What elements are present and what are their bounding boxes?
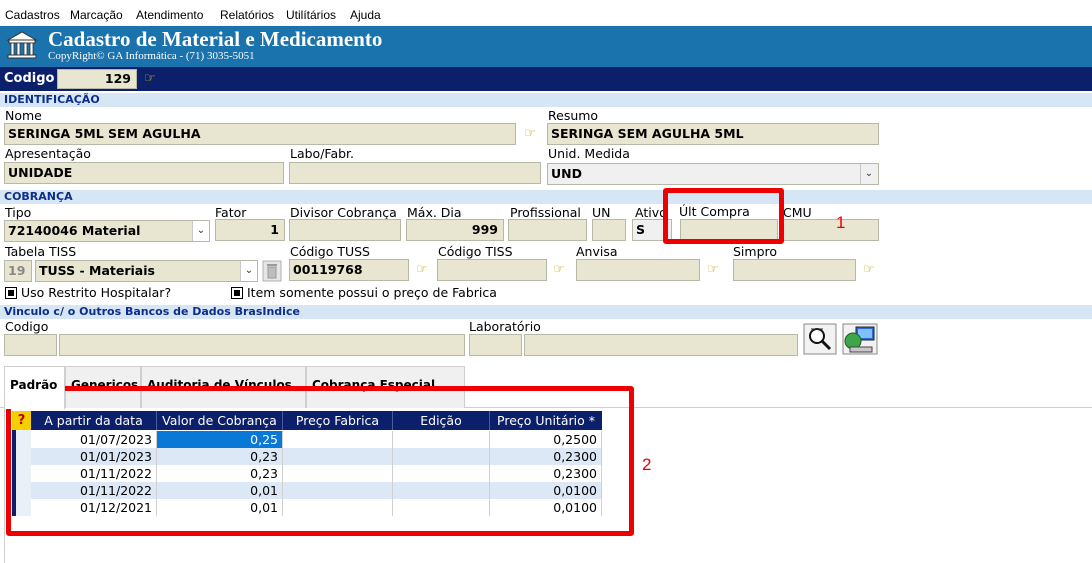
section-vinculo: Vinculo c/ o Outros Bancos de Dados Bras… — [0, 305, 1092, 319]
anvisa-label: Anvisa — [576, 244, 618, 259]
pointing-hand-icon[interactable]: ☞ — [520, 126, 540, 142]
divisor-label: Divisor Cobrança — [290, 205, 397, 220]
annotation-number-2: 2 — [642, 455, 652, 474]
maxdia-label: Máx. Dia — [407, 205, 462, 220]
building-columns-icon — [6, 31, 38, 59]
item-fabrica-checkbox[interactable] — [231, 287, 243, 299]
section-identificacao: IDENTIFICAÇÃO — [0, 93, 1092, 107]
uso-restrito-label: Uso Restrito Hospitalar? — [21, 285, 172, 300]
fator-field[interactable]: 1 — [215, 219, 285, 241]
fator-label: Fator — [215, 205, 247, 220]
anvisa-field[interactable] — [576, 259, 700, 281]
codigo-field[interactable]: 129 — [57, 69, 137, 89]
highlight-box-2 — [6, 386, 634, 536]
un-label: UN — [592, 205, 611, 220]
pointing-hand-icon[interactable]: ☞ — [859, 262, 879, 278]
labo-field[interactable] — [289, 162, 541, 184]
profissional-field[interactable] — [508, 219, 587, 241]
maxdia-field[interactable]: 999 — [406, 219, 504, 241]
vinculo-codigo-field[interactable] — [4, 334, 57, 356]
tipo-select[interactable]: 72140046 Material — [4, 220, 210, 242]
laboratorio-label: Laboratório — [469, 319, 541, 334]
menu-bar: Cadastros Marcação Atendimento Relatório… — [0, 0, 1092, 26]
menu-utilitarios[interactable]: Utilítários — [286, 8, 336, 22]
title-bar: Cadastro de Material e Medicamento CopyR… — [0, 26, 1092, 67]
pointing-hand-icon[interactable]: ☞ — [140, 71, 160, 87]
trash-icon[interactable] — [262, 260, 282, 282]
pointing-hand-icon[interactable]: ☞ — [412, 262, 432, 278]
nome-label: Nome — [5, 108, 42, 123]
codigo-tuss-label: Código TUSS — [290, 244, 370, 259]
section-cobranca: COBRANÇA — [0, 190, 1092, 204]
ativo-label: Ativo — [635, 205, 667, 220]
cmu-label: CMU — [783, 205, 812, 220]
tab-panel-border — [4, 408, 5, 563]
labo-label: Labo/Fabr. — [290, 146, 355, 161]
resumo-field[interactable]: SERINGA SEM AGULHA 5ML — [547, 123, 879, 145]
codigo-tiss-field[interactable] — [437, 259, 547, 281]
network-computer-icon[interactable] — [842, 323, 878, 355]
chevron-down-icon[interactable]: ⌄ — [192, 221, 209, 241]
un-field[interactable] — [592, 219, 626, 241]
chevron-down-icon[interactable]: ⌄ — [240, 261, 257, 281]
divisor-field[interactable] — [289, 219, 401, 241]
tabela-tiss-code: 19 — [4, 260, 32, 282]
vinculo-codigo-label: Codigo — [5, 319, 49, 334]
tipo-label: Tipo — [5, 205, 32, 220]
vinculo-descricao-field[interactable] — [59, 334, 465, 356]
codigo-tiss-label: Código TISS — [438, 244, 513, 259]
profissional-label: Profissional — [510, 205, 581, 220]
tab-padrao[interactable]: Padrão — [4, 366, 65, 409]
nome-field[interactable]: SERINGA 5ML SEM AGULHA — [4, 123, 516, 145]
menu-atendimento[interactable]: Atendimento — [136, 8, 203, 22]
menu-relatorios[interactable]: Relatórios — [220, 8, 274, 22]
apresentacao-label: Apresentação — [5, 146, 91, 161]
item-fabrica-label: Item somente possui o preço de Fabrica — [247, 285, 497, 300]
unid-select[interactable]: UND — [547, 163, 879, 185]
menu-marcacao[interactable]: Marcação — [70, 8, 123, 22]
highlight-box-1 — [663, 188, 784, 244]
simpro-label: Simpro — [733, 244, 778, 259]
uso-restrito-checkbox[interactable] — [5, 287, 17, 299]
annotation-number-1: 1 — [836, 213, 846, 232]
pointing-hand-icon[interactable]: ☞ — [703, 262, 723, 278]
codigo-tuss-field[interactable]: 00119768 — [289, 259, 409, 281]
simpro-field[interactable] — [733, 259, 856, 281]
codigo-bar: Codigo 129 ☞ — [0, 67, 1092, 91]
chevron-down-icon[interactable]: ⌄ — [860, 164, 877, 184]
tabela-tiss-label: Tabela TISS — [5, 244, 77, 259]
codigo-label: Codigo — [4, 71, 55, 86]
menu-ajuda[interactable]: Ajuda — [350, 8, 381, 22]
apresentacao-field[interactable]: UNIDADE — [4, 162, 284, 184]
laboratorio-codigo-field[interactable] — [469, 334, 522, 356]
unid-label: Unid. Medida — [548, 146, 630, 161]
tabela-tiss-select[interactable]: TUSS - Materiais — [35, 260, 258, 282]
magnifier-icon[interactable] — [803, 323, 837, 355]
menu-cadastros[interactable]: Cadastros — [5, 8, 60, 22]
pointing-hand-icon[interactable]: ☞ — [549, 262, 569, 278]
page-subtitle: CopyRight© GA Informática - (71) 3035-50… — [48, 50, 255, 62]
cmu-field[interactable] — [782, 219, 879, 241]
laboratorio-nome-field[interactable] — [524, 334, 798, 356]
page-title: Cadastro de Material e Medicamento — [48, 27, 383, 51]
resumo-label: Resumo — [548, 108, 599, 123]
